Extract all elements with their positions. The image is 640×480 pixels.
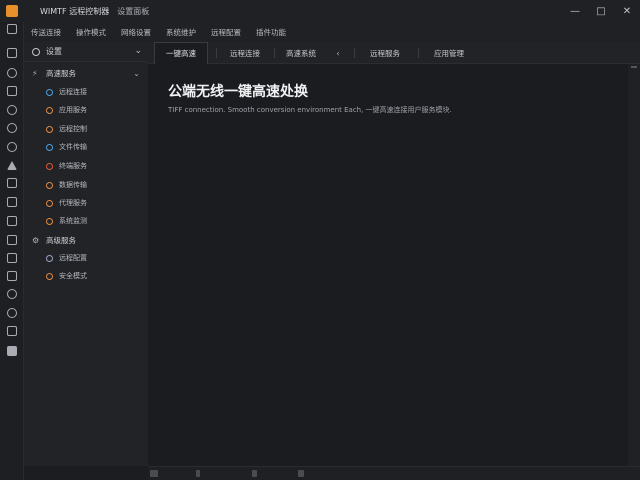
sidebar-item-terminal[interactable]: 终端服务: [24, 157, 148, 175]
sidebar-item-remote-connect[interactable]: 远程连接: [24, 83, 148, 101]
tab-one-click[interactable]: 一键高速: [154, 42, 208, 64]
window-controls: — □ ✕: [562, 0, 640, 22]
sidebar-item-label: 远程连接: [59, 88, 87, 96]
group-label: 高速服务: [46, 68, 76, 78]
sidebar-item-label: 数据传输: [59, 181, 87, 189]
status-dot-icon: [46, 199, 53, 207]
sidebar-item-label: 系统监测: [59, 217, 87, 225]
sidebar-item-label: 远程配置: [59, 254, 87, 262]
title-bar: WIMTF 远程控制器 设置面板 — □ ✕: [0, 0, 640, 22]
sidebar-item-label: 文件传输: [59, 143, 87, 151]
tab-remote-connect[interactable]: 远程连接: [220, 42, 270, 64]
file-icon[interactable]: [7, 86, 17, 96]
status-dot-icon: [46, 181, 53, 189]
group-label: 高级服务: [46, 235, 76, 245]
sidebar-group-advanced-services[interactable]: ⚙ 高级服务: [24, 231, 148, 249]
save-icon[interactable]: [7, 346, 17, 356]
status-dot-icon: [46, 272, 53, 280]
image-icon[interactable]: [7, 216, 17, 226]
layers-icon[interactable]: [7, 253, 17, 263]
status-dot-icon: [46, 217, 53, 225]
menu-item-mode[interactable]: 操作模式: [76, 27, 106, 38]
tab-app-management[interactable]: 应用管理: [424, 42, 474, 64]
status-segment: [196, 470, 200, 477]
tab-back-button[interactable]: ‹: [332, 42, 344, 64]
tab-separator: [274, 48, 275, 58]
sidebar-item-app-service[interactable]: 应用服务: [24, 101, 148, 119]
vertical-scrollbar[interactable]: [628, 64, 640, 466]
status-dot-icon: [46, 125, 53, 133]
close-button[interactable]: ✕: [614, 0, 640, 22]
page-description: TIFF connection. Smooth conversion envir…: [168, 106, 452, 114]
activity-bar: [0, 22, 24, 480]
chevron-down-icon: ⌄: [133, 68, 140, 78]
tab-fast-system[interactable]: 高速系统: [276, 42, 326, 64]
gear-icon: ⚙: [32, 235, 40, 245]
sidebar-item-remote-config[interactable]: 远程配置: [24, 249, 148, 267]
link-icon[interactable]: [7, 326, 17, 336]
chevron-down-icon: ⌄: [134, 46, 142, 56]
settings-icon: [32, 47, 40, 56]
app-logo-icon: [6, 5, 18, 17]
main-content: 公端无线一键高速处换 TIFF connection. Smooth conve…: [148, 64, 628, 466]
target-icon[interactable]: [7, 105, 17, 115]
menu-item-maintenance[interactable]: 系统维护: [166, 27, 196, 38]
code-icon[interactable]: [7, 235, 17, 245]
menu-item-plugins[interactable]: 插件功能: [256, 27, 286, 38]
status-dot-icon: [46, 162, 53, 170]
share-icon[interactable]: [7, 308, 17, 318]
minimize-button[interactable]: —: [562, 0, 588, 22]
alert-icon[interactable]: [7, 161, 17, 170]
status-dot-icon: [46, 106, 53, 114]
monitor-icon[interactable]: [7, 197, 17, 207]
database-icon[interactable]: [7, 48, 17, 58]
scroll-thumb[interactable]: [631, 66, 637, 68]
sidebar-item-monitor[interactable]: 系统监测: [24, 212, 148, 230]
sidebar-item-label: 应用服务: [59, 106, 87, 114]
sidebar-item-label: 远程控制: [59, 125, 87, 133]
bolt-icon: ⚡: [32, 68, 38, 78]
window-subtitle: 设置面板: [117, 6, 150, 16]
tab-remote-service[interactable]: 远程服务: [360, 42, 410, 64]
sidebar-item-remote-control[interactable]: 远程控制: [24, 120, 148, 138]
status-dot-icon: [46, 143, 53, 151]
shield-icon[interactable]: [7, 271, 17, 281]
tab-separator: [216, 48, 217, 58]
status-dot-icon: [46, 254, 53, 262]
cloud-icon[interactable]: [7, 68, 17, 78]
status-segment: [252, 470, 257, 477]
sidebar-item-label: 代理服务: [59, 199, 87, 207]
menu-item-network[interactable]: 网络设置: [121, 27, 151, 38]
sidebar-item-label: 终端服务: [59, 162, 87, 170]
settings-icon[interactable]: [7, 142, 17, 152]
server-icon[interactable]: [7, 24, 17, 34]
sidebar-item-file-transfer[interactable]: 文件传输: [24, 138, 148, 156]
status-dot-icon: [46, 88, 53, 96]
sidebar-item-proxy[interactable]: 代理服务: [24, 194, 148, 212]
menu-bar: 传送连接 操作模式 网络设置 系统维护 远程配置 插件功能: [22, 22, 640, 42]
status-segment: [298, 470, 304, 477]
lock-icon[interactable]: [7, 123, 17, 133]
sidebar-item-safe-mode[interactable]: 安全模式: [24, 267, 148, 285]
tab-bar: 一键高速 远程连接 高速系统 ‹ 远程服务 应用管理: [148, 42, 640, 64]
menu-item-remote-config[interactable]: 远程配置: [211, 27, 241, 38]
sidebar-group-fast-services[interactable]: ⚡ 高速服务 ⌄: [24, 64, 148, 82]
sidebar-item-data-transfer[interactable]: 数据传输: [24, 176, 148, 194]
maximize-button[interactable]: □: [588, 0, 614, 22]
page-title: 公端无线一键高速处换: [168, 84, 308, 100]
status-bar: [148, 466, 640, 480]
status-segment: [150, 470, 158, 477]
window-title: WIMTF 远程控制器: [40, 6, 110, 16]
settings-sidebar: 设置 ⌄ ⚡ 高速服务 ⌄ 远程连接 应用服务 远程控制 文件传输 终端服务 数…: [24, 42, 148, 466]
sidebar-header[interactable]: 设置 ⌄: [24, 42, 148, 62]
refresh-icon[interactable]: [7, 289, 17, 299]
tab-separator: [418, 48, 419, 58]
sidebar-header-label: 设置: [46, 47, 62, 56]
tab-separator: [354, 48, 355, 58]
menu-item-connect[interactable]: 传送连接: [31, 27, 61, 38]
sidebar-item-label: 安全模式: [59, 272, 87, 280]
terminal-icon[interactable]: [7, 178, 17, 188]
